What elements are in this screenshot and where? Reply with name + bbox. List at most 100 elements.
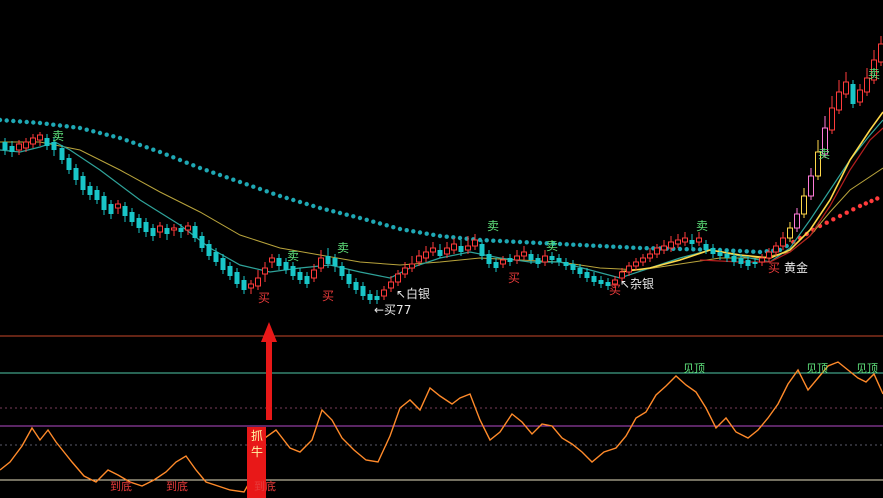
trend-dot [144, 145, 149, 150]
trend-dot [64, 124, 69, 129]
candle-body [59, 148, 65, 160]
candle-body [773, 245, 779, 253]
candle-body [192, 226, 198, 238]
candle-body [542, 255, 548, 263]
trend-dot [311, 203, 316, 209]
candle-body [157, 225, 163, 233]
trend-dot [297, 199, 303, 205]
trend-dot [237, 179, 243, 185]
candle-body [745, 260, 751, 266]
trend-dot [584, 243, 589, 248]
signal-label: 买 [508, 271, 520, 285]
trend-dot [824, 220, 829, 225]
candle-body [276, 258, 282, 266]
trend-dot [351, 214, 356, 219]
trend-dot [757, 249, 763, 255]
candle-body [794, 213, 800, 229]
candle-body [780, 237, 786, 247]
sub-signal-label: 到底 [110, 479, 132, 493]
candle-body [486, 254, 492, 264]
candle-body [332, 258, 338, 266]
candle-body [717, 252, 723, 256]
candle-body [290, 266, 296, 276]
trend-dot [197, 165, 203, 171]
candle-body [472, 239, 478, 247]
candle-body [675, 239, 681, 245]
candle-body [430, 247, 436, 253]
candle-body [563, 262, 569, 266]
trend-dot [751, 249, 756, 254]
trend-dot [497, 238, 503, 244]
trend-dot [11, 118, 16, 124]
trend-dot [644, 246, 649, 251]
trend-dot [731, 248, 736, 253]
candle-body [374, 296, 380, 300]
candle-body [122, 206, 128, 216]
candle-body [724, 254, 730, 258]
trend-dot [397, 226, 403, 232]
trend-dot [97, 130, 103, 136]
candle-body [570, 264, 576, 270]
candle-body [213, 252, 219, 262]
candle-body [696, 237, 702, 243]
trend-dot [384, 223, 389, 228]
trend-dot [537, 240, 543, 246]
candle-body [220, 258, 226, 270]
candle-body [37, 134, 43, 141]
trend-dot [637, 245, 643, 251]
signal-label: 卖 [337, 241, 349, 255]
trend-dot [697, 247, 703, 252]
candle-body [703, 244, 709, 250]
candle-body [101, 196, 107, 210]
trend-dot [431, 232, 436, 237]
candle-body [381, 289, 387, 297]
candle-body [325, 256, 331, 264]
candle-body [241, 280, 247, 290]
trend-dot [37, 120, 43, 126]
trend-dot [257, 186, 263, 192]
sub-signal-label: 见顶 [806, 362, 828, 375]
trend-dot [251, 184, 256, 189]
signal-label: 卖 [868, 67, 880, 81]
candle-body [206, 244, 212, 256]
trend-dot [564, 242, 569, 247]
candle-body [16, 143, 22, 151]
trend-dot [117, 135, 123, 141]
candle-body [437, 250, 443, 256]
trend-dot [44, 121, 49, 127]
candle-body [304, 276, 310, 284]
trend-dot [57, 123, 63, 128]
candle-body [108, 204, 114, 214]
trend-dot [211, 170, 216, 175]
candle-body [507, 258, 513, 262]
candle-body [521, 251, 527, 257]
sub-signal-label: 见顶 [856, 362, 878, 375]
candle-body [556, 258, 562, 262]
trend-dot [571, 242, 576, 247]
signal-label: 卖 [487, 219, 499, 233]
trend-dot [284, 195, 289, 201]
candle-body [360, 286, 366, 296]
candle-body [479, 244, 485, 256]
candle-body [346, 274, 352, 284]
candle-body [535, 258, 541, 264]
candle-body [283, 262, 289, 270]
sub-signal-label: 到底 [254, 479, 276, 493]
trend-dot [244, 182, 249, 187]
trend-dot [31, 120, 36, 125]
candle-body [164, 228, 170, 234]
candle-body [80, 176, 86, 190]
trend-dot [331, 209, 336, 214]
candle-body [829, 107, 835, 131]
trend-dot [444, 234, 449, 239]
candle-body [136, 218, 142, 228]
candle-body [143, 222, 149, 232]
candle-body [626, 265, 632, 273]
candle-body [766, 251, 772, 259]
trend-dot [744, 249, 749, 254]
candle-body [51, 142, 57, 150]
candle-body [654, 247, 660, 255]
signal-label: 买 [768, 261, 780, 275]
trend-dot [491, 238, 496, 243]
candle-body [87, 186, 93, 195]
